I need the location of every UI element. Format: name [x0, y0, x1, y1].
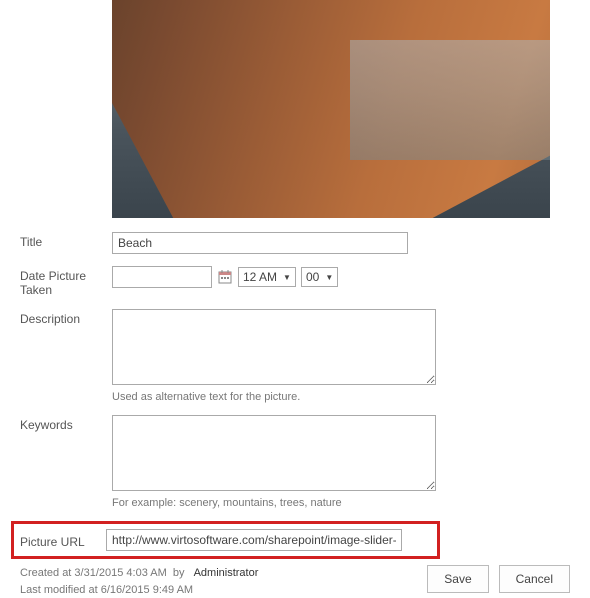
- picture-url-row: Picture URL: [11, 521, 440, 559]
- calendar-icon[interactable]: [217, 269, 233, 285]
- modified-date: 6/16/2015 9:49 AM: [101, 584, 193, 596]
- created-prefix: Created at: [20, 567, 74, 579]
- picture-url-label: Picture URL: [20, 532, 106, 549]
- created-user: Administrator: [194, 567, 259, 579]
- picture-url-input[interactable]: [106, 529, 402, 551]
- title-label: Title: [20, 232, 112, 249]
- description-helper: Used as alternative text for the picture…: [112, 391, 570, 403]
- date-input[interactable]: [112, 266, 212, 288]
- keywords-helper: For example: scenery, mountains, trees, …: [112, 497, 570, 509]
- save-button[interactable]: Save: [427, 565, 488, 593]
- chevron-down-icon: ▼: [283, 273, 291, 282]
- title-input[interactable]: [112, 232, 408, 254]
- minute-value: 00: [306, 270, 319, 284]
- created-date: 3/31/2015 4:03 AM: [74, 567, 166, 579]
- hour-value: 12 AM: [243, 270, 277, 284]
- minute-dropdown[interactable]: 00 ▼: [301, 267, 338, 287]
- description-textarea[interactable]: [112, 309, 436, 385]
- chevron-down-icon: ▼: [325, 273, 333, 282]
- description-label: Description: [20, 309, 112, 326]
- modified-prefix: Last modified at: [20, 584, 101, 596]
- hour-dropdown[interactable]: 12 AM ▼: [238, 267, 296, 287]
- metadata: Created at 3/31/2015 4:03 AM by Administ…: [20, 565, 427, 598]
- keywords-label: Keywords: [20, 415, 112, 432]
- cancel-button[interactable]: Cancel: [499, 565, 570, 593]
- date-taken-label: Date Picture Taken: [20, 266, 112, 297]
- keywords-textarea[interactable]: [112, 415, 436, 491]
- picture-preview: [112, 0, 550, 218]
- created-by-word: by: [173, 567, 185, 579]
